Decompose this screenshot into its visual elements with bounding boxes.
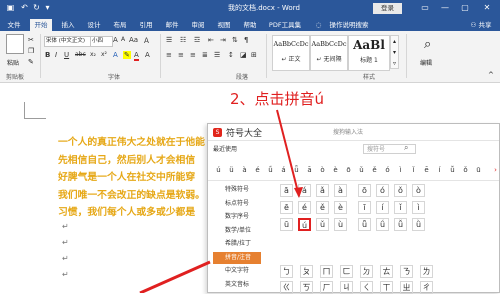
annotation-arrows	[139, 109, 303, 293]
arrow-to-category	[139, 260, 211, 293]
arrow-to-u-acute	[276, 109, 300, 197]
arrowhead	[294, 187, 303, 198]
